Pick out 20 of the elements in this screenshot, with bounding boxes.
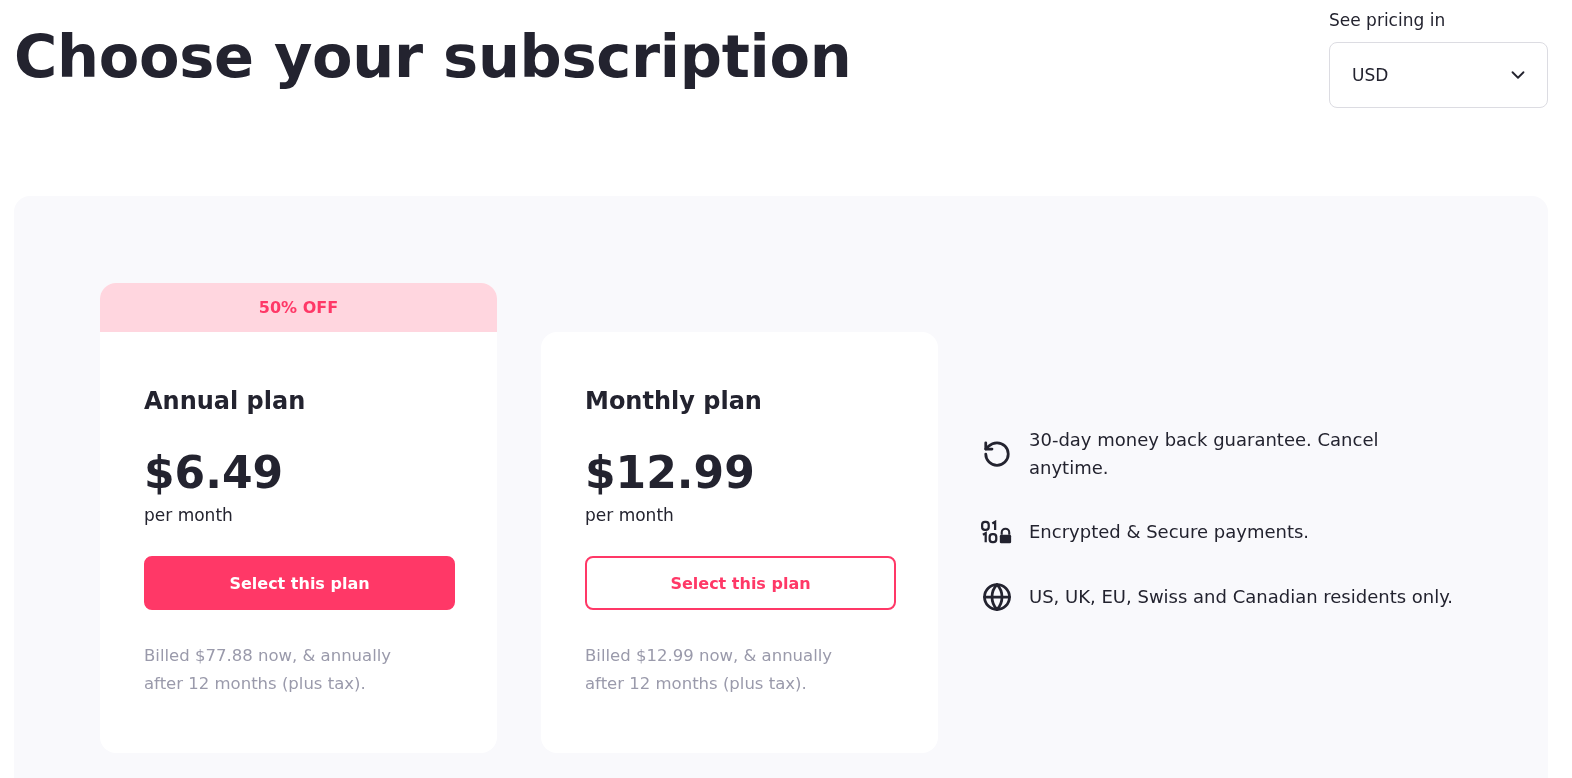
plan-name: Annual plan xyxy=(144,386,307,417)
billing-note: Billed $12.99 now, & annually after 12 months (plus tax). xyxy=(585,645,834,695)
select-plan-button[interactable]: Select this plan xyxy=(144,556,455,610)
plan-name: Monthly plan xyxy=(585,386,763,417)
billing-note: Billed $77.88 now, & annually after 12 months (plus tax). xyxy=(144,645,393,695)
binary-lock-icon xyxy=(981,520,1013,544)
select-plan-button[interactable]: Select this plan xyxy=(585,556,896,610)
price-period: per month xyxy=(585,504,675,527)
page-title: Choose your subscription xyxy=(14,22,852,93)
price-period: per month xyxy=(144,504,234,527)
undo-arrow-icon xyxy=(982,439,1012,469)
currency-select[interactable]: USD xyxy=(1329,42,1548,108)
discount-banner: 50% OFF xyxy=(100,283,497,332)
feature-text: 30-day money back guarantee. Cancel anytime. xyxy=(1029,428,1380,480)
globe-icon xyxy=(982,582,1012,612)
feature-text: Encrypted & Secure payments. xyxy=(1029,520,1311,544)
currency-label: See pricing in xyxy=(1329,9,1447,32)
plan-price: $6.49 xyxy=(144,446,285,500)
feature-text: US, UK, EU, Swiss and Canadian residents only. xyxy=(1029,585,1455,609)
plan-price: $12.99 xyxy=(585,446,756,500)
